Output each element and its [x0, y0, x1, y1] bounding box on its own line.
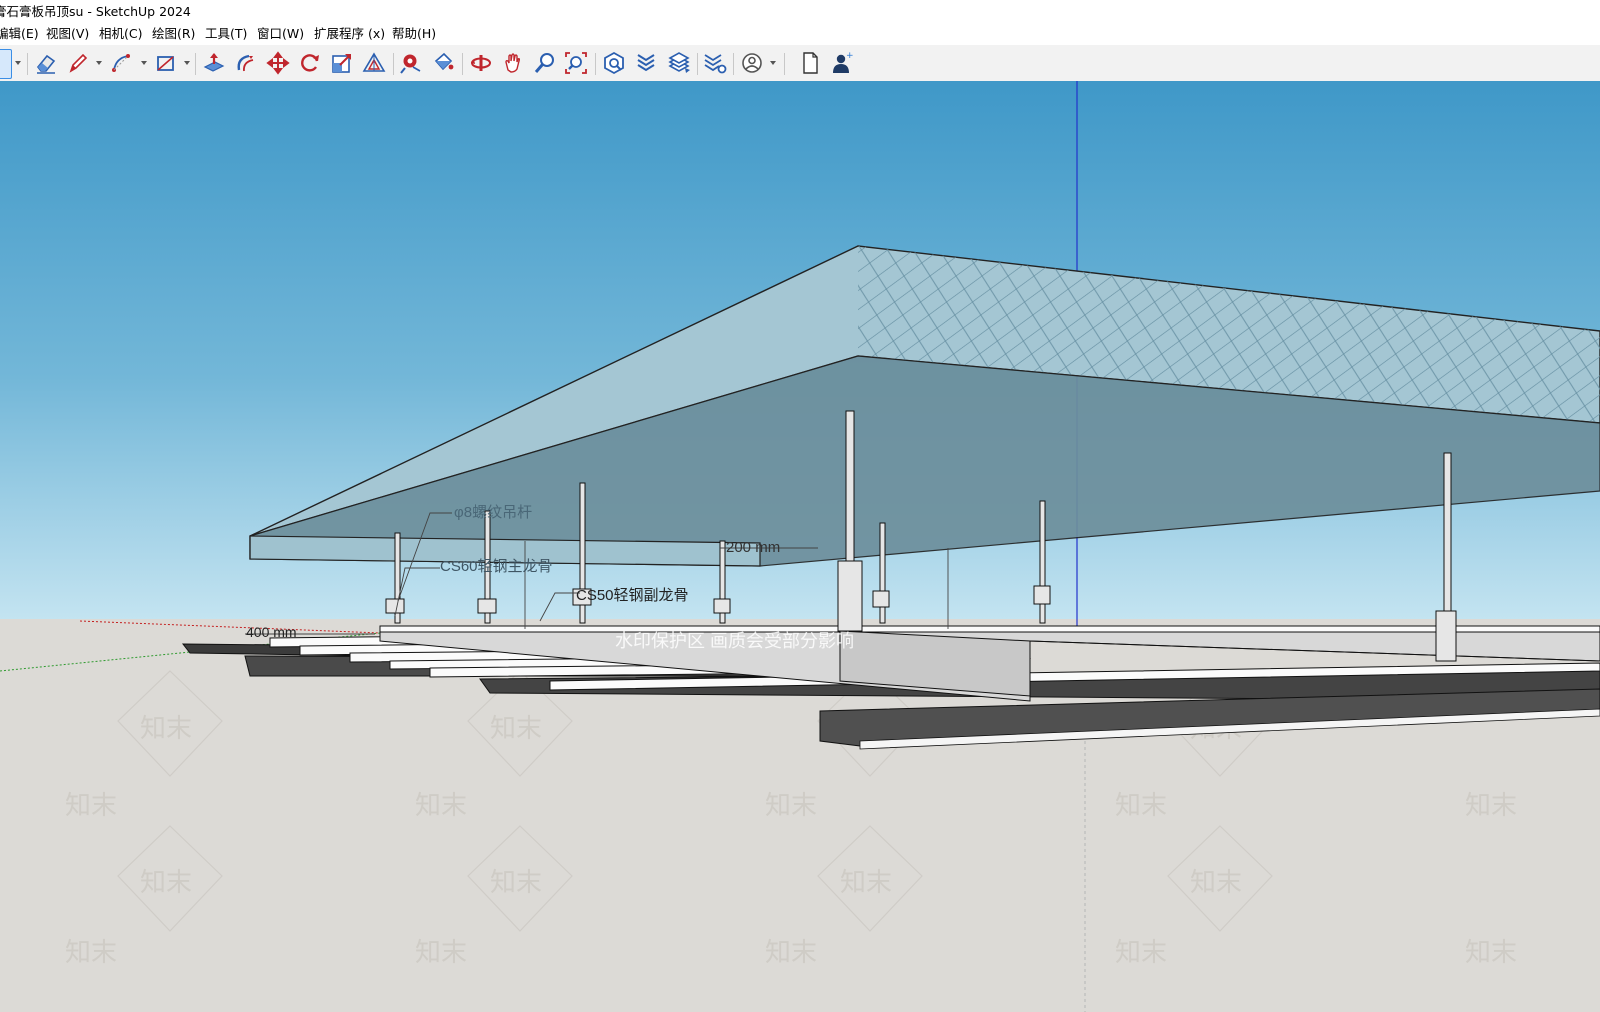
svg-text:知末: 知末 — [1115, 938, 1167, 968]
paint-bucket-icon[interactable] — [430, 50, 456, 76]
svg-text:知末: 知末 — [490, 868, 542, 898]
tape-measure-icon[interactable] — [398, 50, 424, 76]
label-secondary-joist: CS50轻钢副龙骨 — [576, 587, 689, 604]
svg-text:+: + — [846, 51, 854, 61]
select-tool-icon[interactable] — [0, 49, 12, 79]
offset-icon[interactable] — [361, 50, 387, 76]
svg-text:知末: 知末 — [1115, 791, 1167, 821]
user-profile-icon[interactable]: + — [829, 50, 855, 76]
main-toolbar: + — [0, 45, 1600, 82]
extension-manager-icon[interactable] — [702, 50, 728, 76]
account-icon[interactable] — [739, 50, 765, 76]
rotate-icon[interactable] — [297, 50, 323, 76]
svg-text:知末: 知末 — [490, 714, 542, 744]
label-threaded-rod: φ8螺纹吊杆 — [454, 504, 533, 521]
svg-text:知末: 知末 — [1465, 938, 1517, 968]
move-icon[interactable] — [265, 50, 291, 76]
window-title: 膏石膏板吊顶su - SketchUp 2024 — [0, 4, 191, 19]
svg-text:知末: 知末 — [840, 868, 892, 898]
warehouse-icon[interactable] — [601, 50, 627, 76]
svg-text:知末: 知末 — [765, 791, 817, 821]
pan-icon[interactable] — [500, 50, 526, 76]
zoom-icon[interactable] — [532, 50, 558, 76]
menu-view[interactable]: 视图(V) — [46, 23, 89, 45]
menu-tools[interactable]: 工具(T) — [205, 23, 247, 45]
svg-text:知末: 知末 — [1190, 868, 1242, 898]
eraser-icon[interactable] — [33, 50, 59, 76]
menu-edit[interactable]: 编辑(E) — [0, 23, 39, 45]
zoom-extents-icon[interactable] — [563, 50, 589, 76]
svg-text:知末: 知末 — [65, 791, 117, 821]
scale-icon[interactable] — [329, 50, 355, 76]
svg-text:知末: 知末 — [140, 714, 192, 744]
arc-icon[interactable] — [108, 50, 134, 76]
new-file-icon[interactable] — [797, 50, 823, 76]
watermark-notice: 水印保护区 画质会受部分影响 — [615, 631, 854, 651]
dimension-200: 200 mm — [726, 539, 781, 556]
extension-warehouse-icon[interactable] — [633, 50, 659, 76]
pencil-line-icon[interactable] — [65, 50, 91, 76]
menu-draw[interactable]: 绘图(R) — [152, 23, 195, 45]
modeling-viewport[interactable]: 知末 知末 知末 知末 知末 知末 知末 知末 知末 知末 知末 知末 知末 知… — [0, 81, 1600, 1012]
menu-bar: 编辑(E) 视图(V) 相机(C) 绘图(R) 工具(T) 窗口(W) 扩展程序… — [0, 23, 1600, 45]
follow-me-icon[interactable] — [233, 50, 259, 76]
orbit-icon[interactable] — [468, 50, 494, 76]
push-pull-icon[interactable] — [201, 50, 227, 76]
svg-text:知末: 知末 — [765, 938, 817, 968]
svg-text:知末: 知末 — [415, 791, 467, 821]
svg-text:知末: 知末 — [140, 868, 192, 898]
svg-text:知末: 知末 — [65, 938, 117, 968]
menu-window[interactable]: 窗口(W) — [257, 23, 304, 45]
svg-text:知末: 知末 — [415, 938, 467, 968]
menu-camera[interactable]: 相机(C) — [99, 23, 142, 45]
rectangle-icon[interactable] — [153, 50, 179, 76]
label-main-joist: CS60轻钢主龙骨 — [440, 558, 553, 575]
model-scene[interactable]: 知末 知末 知末 知末 知末 知末 知末 知末 知末 知末 知末 知末 知末 知… — [0, 81, 1600, 1012]
dimension-400: 400 mm — [246, 624, 297, 640]
svg-text:知末: 知末 — [1465, 791, 1517, 821]
layout-icon[interactable] — [666, 50, 692, 76]
menu-help[interactable]: 帮助(H) — [392, 23, 436, 45]
window-title-bar: 膏石膏板吊顶su - SketchUp 2024 — [0, 0, 1600, 23]
menu-extensions[interactable]: 扩展程序 (x) — [314, 23, 385, 45]
